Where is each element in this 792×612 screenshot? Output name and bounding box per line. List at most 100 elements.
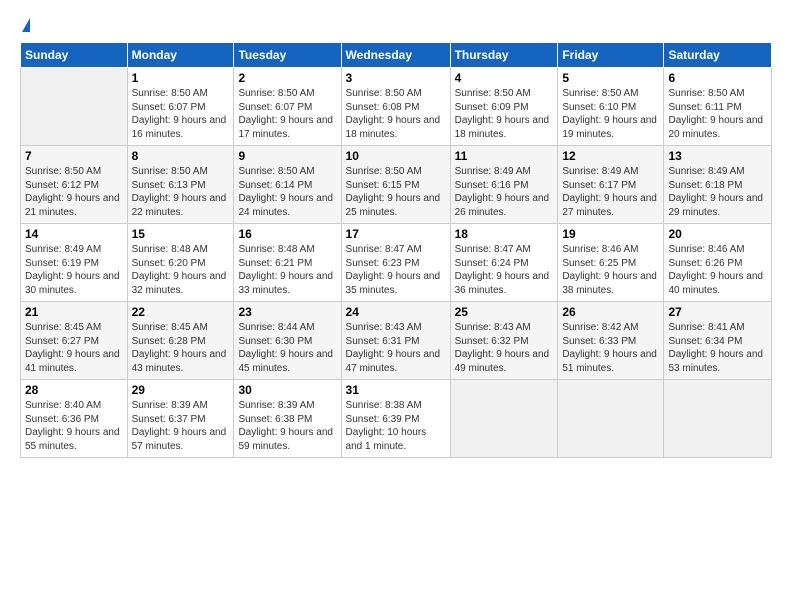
day-number: 19 [562, 227, 659, 241]
cell-info: Sunrise: 8:40 AMSunset: 6:36 PMDaylight:… [25, 400, 120, 452]
calendar-cell: 6 Sunrise: 8:50 AMSunset: 6:11 PMDaylight… [664, 68, 772, 146]
day-number: 7 [25, 149, 123, 163]
calendar-cell: 26 Sunrise: 8:42 AMSunset: 6:33 PMDayligh… [558, 302, 664, 380]
cell-info: Sunrise: 8:44 AMSunset: 6:30 PMDaylight:… [238, 322, 333, 374]
weekday-header: Saturday [664, 43, 772, 68]
calendar-cell: 18 Sunrise: 8:47 AMSunset: 6:24 PMDayligh… [450, 224, 558, 302]
calendar-table: SundayMondayTuesdayWednesdayThursdayFrid… [20, 42, 772, 458]
calendar-cell [664, 380, 772, 458]
day-number: 10 [346, 149, 446, 163]
cell-info: Sunrise: 8:45 AMSunset: 6:27 PMDaylight:… [25, 322, 120, 374]
calendar-cell: 17Sunrise: 8:47 AMSunset: 6:23 PMDayligh… [341, 224, 450, 302]
cell-info: Sunrise: 8:39 AMSunset: 6:38 PMDaylight:… [238, 400, 333, 452]
calendar-cell [558, 380, 664, 458]
day-number: 28 [25, 383, 123, 397]
cell-info: Sunrise: 8:49 AMSunset: 6:17 PMDaylight:… [562, 166, 657, 218]
calendar-cell: 31Sunrise: 8:38 AMSunset: 6:39 PMDayligh… [341, 380, 450, 458]
cell-info: Sunrise: 8:38 AMSunset: 6:39 PMDaylight:… [346, 400, 427, 452]
cell-info: Sunrise: 8:46 AMSunset: 6:25 PMDaylight:… [562, 244, 657, 296]
calendar-cell: 27Sunrise: 8:41 AMSunset: 6:34 PMDayligh… [664, 302, 772, 380]
calendar-cell: 14 Sunrise: 8:49 AMSunset: 6:19 PMDayligh… [21, 224, 128, 302]
calendar-cell: 5Sunrise: 8:50 AMSunset: 6:10 PMDaylight… [558, 68, 664, 146]
calendar-cell: 30 Sunrise: 8:39 AMSunset: 6:38 PMDayligh… [234, 380, 341, 458]
day-number: 22 [132, 305, 230, 319]
cell-info: Sunrise: 8:49 AMSunset: 6:19 PMDaylight:… [25, 244, 120, 296]
cell-info: Sunrise: 8:50 AMSunset: 6:07 PMDaylight:… [132, 88, 227, 140]
calendar-week-row: 21 Sunrise: 8:45 AMSunset: 6:27 PMDayligh… [21, 302, 772, 380]
calendar-cell: 8 Sunrise: 8:50 AMSunset: 6:13 PMDaylight… [127, 146, 234, 224]
calendar-cell: 4Sunrise: 8:50 AMSunset: 6:09 PMDaylight… [450, 68, 558, 146]
cell-info: Sunrise: 8:48 AMSunset: 6:21 PMDaylight:… [238, 244, 333, 296]
calendar-week-row: 1 Sunrise: 8:50 AMSunset: 6:07 PMDaylight… [21, 68, 772, 146]
cell-info: Sunrise: 8:50 AMSunset: 6:14 PMDaylight:… [238, 166, 333, 218]
page: SundayMondayTuesdayWednesdayThursdayFrid… [0, 0, 792, 468]
day-number: 30 [238, 383, 336, 397]
calendar-cell: 11Sunrise: 8:49 AMSunset: 6:16 PMDayligh… [450, 146, 558, 224]
day-number: 13 [668, 149, 767, 163]
day-number: 18 [455, 227, 554, 241]
calendar-cell: 24 Sunrise: 8:43 AMSunset: 6:31 PMDayligh… [341, 302, 450, 380]
day-number: 24 [346, 305, 446, 319]
weekday-header: Thursday [450, 43, 558, 68]
day-number: 11 [455, 149, 554, 163]
header [20, 16, 772, 34]
cell-info: Sunrise: 8:50 AMSunset: 6:07 PMDaylight:… [238, 88, 333, 140]
cell-info: Sunrise: 8:39 AMSunset: 6:37 PMDaylight:… [132, 400, 227, 452]
day-number: 2 [238, 71, 336, 85]
calendar-cell: 20Sunrise: 8:46 AMSunset: 6:26 PMDayligh… [664, 224, 772, 302]
day-number: 16 [238, 227, 336, 241]
day-number: 6 [668, 71, 767, 85]
cell-info: Sunrise: 8:50 AMSunset: 6:13 PMDaylight:… [132, 166, 227, 218]
cell-info: Sunrise: 8:43 AMSunset: 6:32 PMDaylight:… [455, 322, 550, 374]
calendar-cell: 21 Sunrise: 8:45 AMSunset: 6:27 PMDayligh… [21, 302, 128, 380]
calendar-cell [21, 68, 128, 146]
cell-info: Sunrise: 8:47 AMSunset: 6:23 PMDaylight:… [346, 244, 441, 296]
day-number: 26 [562, 305, 659, 319]
calendar-cell [450, 380, 558, 458]
day-number: 8 [132, 149, 230, 163]
day-number: 15 [132, 227, 230, 241]
day-number: 23 [238, 305, 336, 319]
day-number: 29 [132, 383, 230, 397]
cell-info: Sunrise: 8:49 AMSunset: 6:18 PMDaylight:… [668, 166, 763, 218]
cell-info: Sunrise: 8:43 AMSunset: 6:31 PMDaylight:… [346, 322, 441, 374]
calendar-cell: 12 Sunrise: 8:49 AMSunset: 6:17 PMDayligh… [558, 146, 664, 224]
cell-info: Sunrise: 8:50 AMSunset: 6:15 PMDaylight:… [346, 166, 441, 218]
day-number: 5 [562, 71, 659, 85]
weekday-header: Wednesday [341, 43, 450, 68]
weekday-header: Friday [558, 43, 664, 68]
weekday-header: Sunday [21, 43, 128, 68]
cell-info: Sunrise: 8:50 AMSunset: 6:12 PMDaylight:… [25, 166, 120, 218]
logo [20, 20, 30, 34]
calendar-cell: 25 Sunrise: 8:43 AMSunset: 6:32 PMDayligh… [450, 302, 558, 380]
calendar-cell: 9 Sunrise: 8:50 AMSunset: 6:14 PMDaylight… [234, 146, 341, 224]
header-row: SundayMondayTuesdayWednesdayThursdayFrid… [21, 43, 772, 68]
day-number: 25 [455, 305, 554, 319]
calendar-cell: 15 Sunrise: 8:48 AMSunset: 6:20 PMDayligh… [127, 224, 234, 302]
cell-info: Sunrise: 8:42 AMSunset: 6:33 PMDaylight:… [562, 322, 657, 374]
cell-info: Sunrise: 8:48 AMSunset: 6:20 PMDaylight:… [132, 244, 227, 296]
calendar-week-row: 28 Sunrise: 8:40 AMSunset: 6:36 PMDayligh… [21, 380, 772, 458]
calendar-cell: 10 Sunrise: 8:50 AMSunset: 6:15 PMDayligh… [341, 146, 450, 224]
cell-info: Sunrise: 8:47 AMSunset: 6:24 PMDaylight:… [455, 244, 550, 296]
calendar-cell: 13 Sunrise: 8:49 AMSunset: 6:18 PMDayligh… [664, 146, 772, 224]
day-number: 21 [25, 305, 123, 319]
day-number: 1 [132, 71, 230, 85]
weekday-header: Monday [127, 43, 234, 68]
cell-info: Sunrise: 8:45 AMSunset: 6:28 PMDaylight:… [132, 322, 227, 374]
calendar-cell: 28 Sunrise: 8:40 AMSunset: 6:36 PMDayligh… [21, 380, 128, 458]
calendar-cell: 1 Sunrise: 8:50 AMSunset: 6:07 PMDaylight… [127, 68, 234, 146]
cell-info: Sunrise: 8:50 AMSunset: 6:08 PMDaylight:… [346, 88, 441, 140]
calendar-cell: 3Sunrise: 8:50 AMSunset: 6:08 PMDaylight… [341, 68, 450, 146]
day-number: 27 [668, 305, 767, 319]
day-number: 9 [238, 149, 336, 163]
calendar-cell: 7 Sunrise: 8:50 AMSunset: 6:12 PMDaylight… [21, 146, 128, 224]
calendar-cell: 2 Sunrise: 8:50 AMSunset: 6:07 PMDaylight… [234, 68, 341, 146]
calendar-cell: 23 Sunrise: 8:44 AMSunset: 6:30 PMDayligh… [234, 302, 341, 380]
cell-info: Sunrise: 8:50 AMSunset: 6:11 PMDaylight:… [668, 88, 763, 140]
day-number: 12 [562, 149, 659, 163]
cell-info: Sunrise: 8:50 AMSunset: 6:09 PMDaylight:… [455, 88, 550, 140]
calendar-cell: 22 Sunrise: 8:45 AMSunset: 6:28 PMDayligh… [127, 302, 234, 380]
calendar-header: SundayMondayTuesdayWednesdayThursdayFrid… [21, 43, 772, 68]
day-number: 14 [25, 227, 123, 241]
